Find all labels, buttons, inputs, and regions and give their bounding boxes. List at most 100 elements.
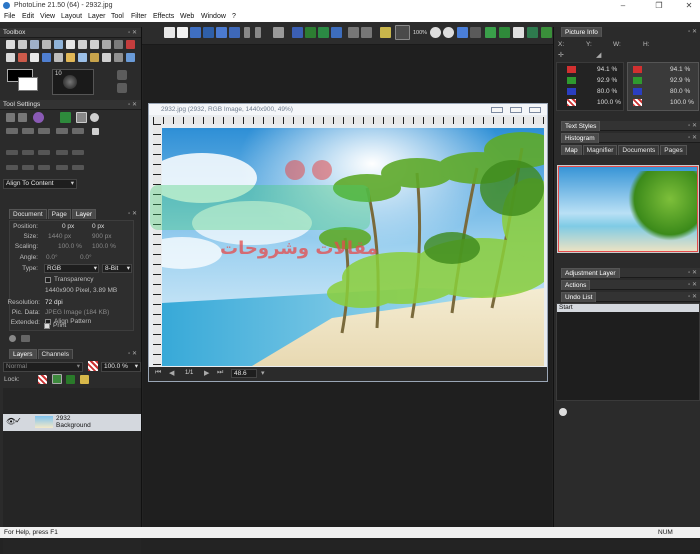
brush-icon[interactable]: [6, 53, 15, 62]
open-icon[interactable]: [190, 27, 201, 38]
background-color-swatch[interactable]: [18, 77, 38, 91]
magnifier-tool-icon[interactable]: [102, 40, 111, 49]
layer-row-selected[interactable]: 👁 ✓ 2932 Background: [3, 414, 141, 431]
angle-a[interactable]: 0.0°: [46, 254, 58, 261]
fill-icon[interactable]: [42, 53, 51, 62]
align-icon[interactable]: [56, 128, 68, 134]
eraser-icon[interactable]: [30, 53, 39, 62]
menu-effects[interactable]: Effects: [153, 11, 174, 22]
blend-mode-select[interactable]: Normal ▾: [3, 362, 83, 372]
menu-window[interactable]: Window: [201, 11, 226, 22]
filter-icon[interactable]: [541, 27, 552, 38]
reset-icon[interactable]: [9, 335, 16, 342]
hand-tool-icon[interactable]: [18, 40, 27, 49]
position-y[interactable]: 0 px: [92, 223, 104, 230]
menu-view[interactable]: View: [40, 11, 55, 22]
tab-channels[interactable]: Channels: [37, 349, 73, 359]
smudge-icon[interactable]: [66, 53, 75, 62]
selection-tool-icon[interactable]: [114, 40, 123, 49]
panel-controls-icon[interactable]: ▫ ✕: [688, 292, 697, 302]
doc-minimize-icon[interactable]: [491, 107, 503, 113]
actions-header[interactable]: Actions ▫ ✕: [561, 280, 700, 290]
option-icon[interactable]: [18, 113, 27, 122]
opacity-field[interactable]: 100.0 % ▾: [101, 362, 141, 372]
measure-icon[interactable]: [102, 53, 111, 62]
menu-tool[interactable]: Tool: [111, 11, 124, 22]
page-icon[interactable]: [513, 27, 524, 38]
text-tool-icon[interactable]: [66, 40, 75, 49]
tab-map[interactable]: Map: [561, 145, 582, 155]
adjustment-layer-header[interactable]: Adjustment Layer ▫ ✕: [561, 268, 700, 278]
gear-icon[interactable]: [90, 113, 99, 122]
green-arrow-icon[interactable]: [485, 27, 496, 38]
layer-icon[interactable]: [470, 27, 481, 38]
restore-icon[interactable]: ❐: [648, 0, 670, 11]
rotate-tool-icon[interactable]: [42, 40, 51, 49]
doc-close-icon[interactable]: [529, 107, 541, 113]
align-to-select[interactable]: Align To Content ▾: [3, 179, 77, 189]
layer-tool-icon[interactable]: [126, 53, 135, 62]
export-icon[interactable]: [229, 27, 240, 38]
panel-controls-icon[interactable]: ▫ ✕: [688, 268, 697, 278]
tab-page[interactable]: Page: [47, 209, 71, 219]
menu-layout[interactable]: Layout: [61, 11, 82, 22]
histogram-header[interactable]: Histogram ▫ ✕: [561, 133, 700, 143]
help-cursor-icon[interactable]: [380, 27, 391, 38]
zoom-dropdown-icon[interactable]: ▾: [261, 369, 265, 377]
paste-icon[interactable]: [318, 27, 329, 38]
adjust-icon[interactable]: [527, 27, 538, 38]
align-icon[interactable]: [6, 128, 18, 134]
menu-web[interactable]: Web: [180, 11, 194, 22]
print-checkbox[interactable]: [44, 323, 50, 329]
distribute-icon[interactable]: [56, 150, 68, 155]
distribute-icon[interactable]: [22, 165, 34, 170]
new-document-icon[interactable]: [164, 27, 175, 38]
zoom-in-icon[interactable]: [430, 27, 441, 38]
tab-documents[interactable]: Documents: [618, 145, 660, 155]
print-icon[interactable]: [273, 27, 284, 38]
last-page-icon[interactable]: ⏭: [217, 369, 223, 377]
bit-depth-select[interactable]: 8-Bit ▾: [102, 264, 132, 273]
distribute-icon[interactable]: [22, 150, 34, 155]
panel-controls-icon[interactable]: ▫ ✕: [688, 28, 697, 35]
distribute-icon[interactable]: [72, 150, 84, 155]
select-mode-icon[interactable]: [33, 112, 44, 123]
tab-magnifier[interactable]: Magnifier: [582, 145, 618, 155]
save-as-icon[interactable]: [216, 27, 227, 38]
size-w[interactable]: 1440 px: [48, 233, 71, 240]
duplicate-icon[interactable]: [331, 27, 342, 38]
align-icon[interactable]: [38, 128, 50, 134]
position-x[interactable]: 0 px: [62, 223, 74, 230]
type-select[interactable]: RGB ▾: [44, 264, 99, 273]
text-styles-header[interactable]: Text Styles ▫ ✕: [561, 121, 700, 131]
crop-tool-icon[interactable]: [90, 40, 99, 49]
panel-controls-icon[interactable]: ▫ ✕: [128, 350, 137, 357]
transparency-checkbox[interactable]: [45, 277, 51, 283]
tab-layer[interactable]: Layer: [71, 209, 97, 219]
distribute-icon[interactable]: [72, 165, 84, 170]
undo-options-icon[interactable]: [559, 408, 567, 416]
panel-controls-icon[interactable]: ▫ ✕: [688, 133, 697, 143]
panel-controls-icon[interactable]: ▫ ✕: [688, 121, 697, 131]
tab-layers[interactable]: Layers: [9, 349, 37, 359]
navigator-preview[interactable]: [557, 165, 699, 253]
panel-controls-icon[interactable]: ▫ ✕: [688, 280, 697, 290]
panel-controls-icon[interactable]: ▫ ✕: [128, 210, 137, 217]
minimize-icon[interactable]: –: [612, 0, 634, 11]
undo-icon[interactable]: [348, 27, 359, 38]
shape-tool-icon[interactable]: [54, 40, 63, 49]
lock-transparency-icon[interactable]: [38, 375, 47, 384]
first-page-icon[interactable]: ⏮: [155, 369, 161, 377]
redo-icon[interactable]: [361, 27, 372, 38]
vector-icon[interactable]: [114, 53, 123, 62]
lock-pixels-icon[interactable]: [52, 374, 62, 384]
checkmark-icon[interactable]: ✓: [15, 416, 22, 425]
nav-back-icon[interactable]: [244, 27, 250, 38]
eyedropper-icon[interactable]: [90, 53, 99, 62]
brush-tool-icon[interactable]: [395, 25, 410, 40]
select-mode-icon[interactable]: [60, 112, 71, 123]
canvas-image[interactable]: [162, 128, 544, 366]
tab-document[interactable]: Document: [9, 209, 47, 219]
clone-icon[interactable]: [78, 53, 87, 62]
align-icon[interactable]: [72, 128, 84, 134]
